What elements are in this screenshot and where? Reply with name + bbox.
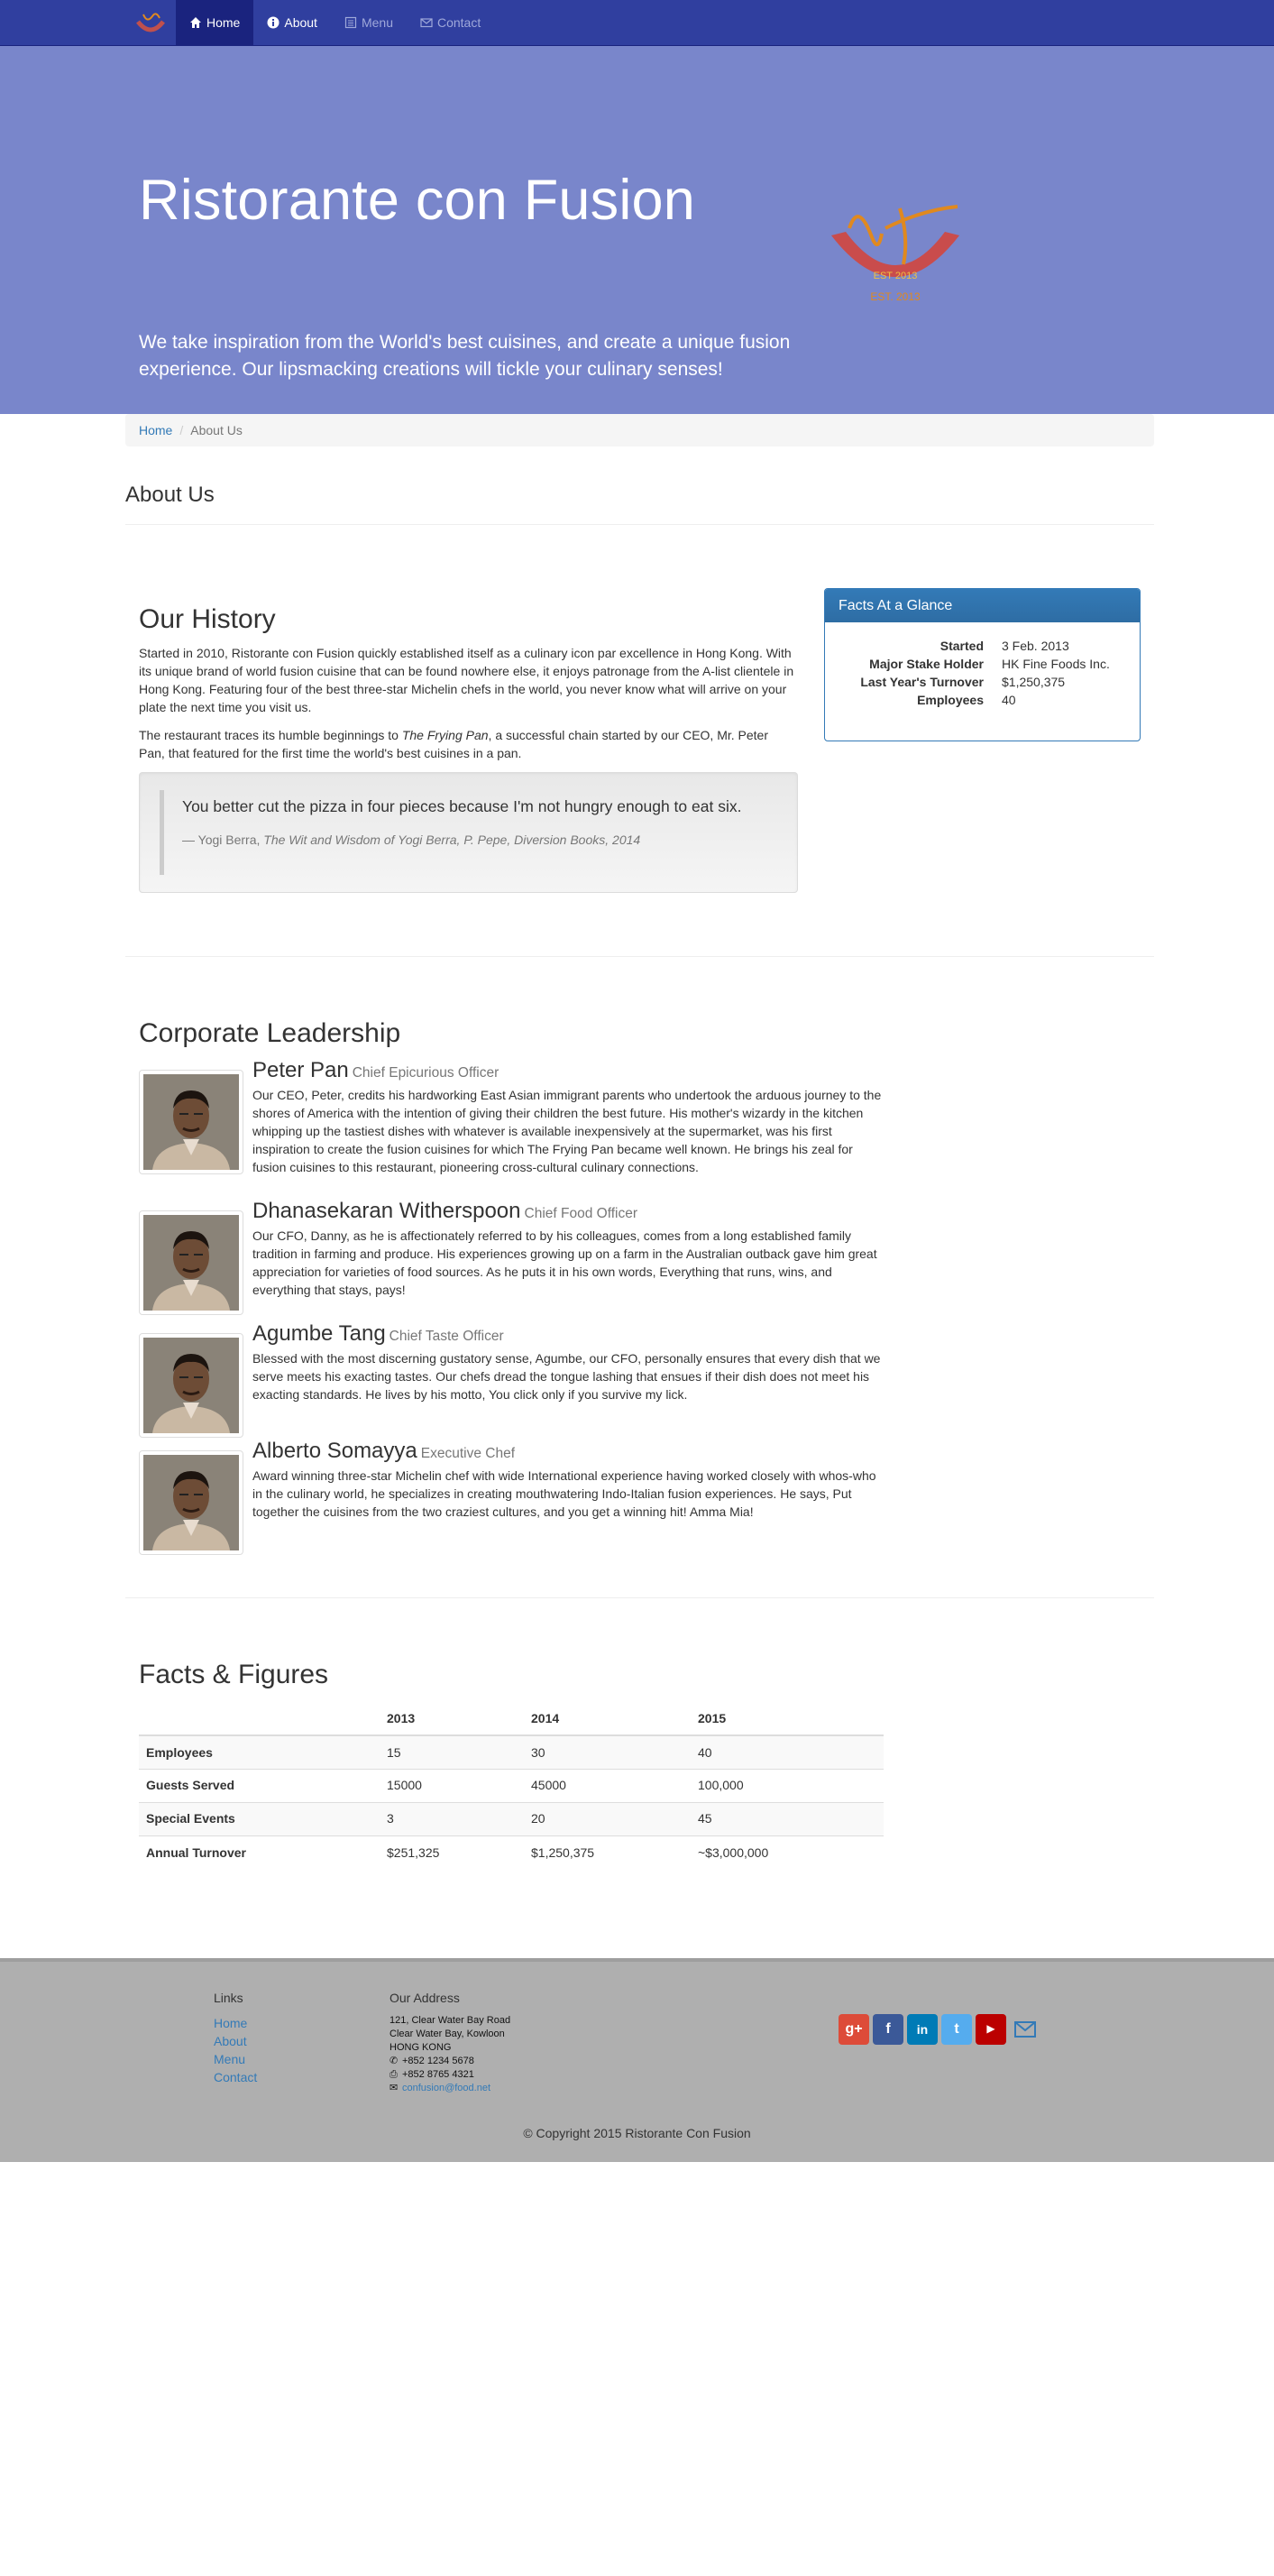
leader-photo [139, 1070, 243, 1174]
footer-links-heading: Links [214, 1991, 243, 2005]
person-photo-icon [143, 1074, 239, 1170]
facts-panel-heading: Facts At a Glance [825, 589, 1140, 622]
home-icon [190, 17, 201, 28]
footer-address-heading: Our Address [390, 1991, 460, 2005]
leader-card: Alberto Somayya Executive Chef Award winn… [139, 1439, 887, 1557]
leader-photo [139, 1210, 243, 1315]
phone-icon: ✆ [390, 2056, 399, 2067]
quote-text: You better cut the pizza in four pieces … [182, 797, 742, 815]
footer-link-home[interactable]: Home [214, 2016, 247, 2030]
figures-heading: Facts & Figures [139, 1660, 329, 1689]
envelope-icon[interactable] [1010, 2014, 1040, 2045]
fact-row: Major Stake Holder HK Fine Foods Inc. [869, 657, 1110, 671]
leader-title: Executive Chef [420, 1446, 516, 1461]
leader-card: Agumbe Tang Chief Taste Officer Blessed w… [139, 1321, 887, 1438]
divider [125, 1597, 1154, 1598]
quote-well: You better cut the pizza in four pieces … [139, 772, 798, 893]
person-photo-icon [143, 1215, 239, 1311]
restaurant-logo: EST 2013 EST. 2013 [831, 205, 959, 303]
breadcrumb: Home / About Us [125, 414, 1154, 446]
fact-row: Started 3 Feb. 2013 [939, 639, 1069, 653]
fact-row: Last Year's Turnover $1,250,375 [860, 675, 1066, 689]
footer-link-about[interactable]: About [214, 2034, 247, 2048]
table-row: Annual Turnover $251,325 $1,250,375 ~$3,… [139, 1835, 884, 1869]
envelope-icon [420, 18, 433, 28]
brand-logo[interactable] [125, 0, 176, 45]
leader-name: Alberto Somayya Executive Chef [252, 1439, 516, 1463]
hero-jumbotron: Ristorante con Fusion EST 2013 EST. 2013… [0, 46, 1274, 414]
leader-description: Award winning three-star Michelin chef w… [252, 1468, 876, 1520]
footer-links: Links Home About Menu Contact [214, 1989, 257, 2086]
leader-name: Peter Pan Chief Epicurious Officer [252, 1058, 500, 1082]
leader-description: Blessed with the most discerning gustato… [252, 1351, 881, 1403]
footer-address: Our Address 121, Clear Water Bay Road Cl… [390, 1991, 511, 2094]
fact-row: Employees 40 [917, 693, 1016, 707]
fax-icon: ⎙ [390, 2069, 398, 2081]
footer-phone: ✆ +852 1234 5678 [390, 2056, 474, 2067]
history-paragraph-1: Started in 2010, Ristorante con Fusion q… [139, 646, 794, 714]
facts-panel: Facts At a Glance Started 3 Feb. 2013 Maj… [824, 588, 1141, 741]
social-buttons: g+ f in t ▶ [839, 2014, 1040, 2045]
svg-text:EST. 2013: EST. 2013 [870, 290, 921, 303]
nav-about[interactable]: About [253, 0, 331, 45]
person-photo-icon [143, 1338, 239, 1433]
leader-name: Dhanasekaran Witherspoon Chief Food Offic… [252, 1199, 638, 1223]
logo-icon [136, 13, 165, 32]
table-header-row: 2013 2014 2015 [139, 1702, 884, 1736]
breadcrumb-current: About Us [190, 423, 243, 437]
copyright: © Copyright 2015 Ristorante Con Fusion [523, 2126, 751, 2140]
quote-footer: — Yogi Berra, The Wit and Wisdom of Yogi… [182, 833, 641, 848]
leader-title: Chief Taste Officer [389, 1329, 504, 1344]
nav-contact[interactable]: Contact [407, 0, 494, 45]
leader-title: Chief Epicurious Officer [352, 1065, 500, 1081]
table-row: Employees 15 30 40 [139, 1734, 884, 1769]
page-title: About Us [125, 483, 215, 507]
history-heading: Our History [139, 604, 276, 634]
figures-table: 2013 2014 2015 Employees 15 30 40 Guests… [139, 1702, 884, 1869]
leader-description: Our CFO, Danny, as he is affectionately … [252, 1228, 877, 1298]
leader-card: Dhanasekaran Witherspoon Chief Food Offic… [139, 1199, 887, 1317]
google-plus-icon[interactable]: g+ [839, 2014, 869, 2045]
breadcrumb-home[interactable]: Home [139, 423, 172, 437]
footer-fax: ⎙ +852 8765 4321 [390, 2069, 474, 2081]
list-icon [344, 16, 357, 29]
leadership-heading: Corporate Leadership [139, 1018, 401, 1048]
footer-email: ✉ confusion@food.net [390, 2083, 491, 2094]
hero-tagline: We take inspiration from the World's bes… [139, 332, 791, 381]
leader-title: Chief Food Officer [524, 1206, 638, 1221]
leader-card: Peter Pan Chief Epicurious Officer Our CE… [139, 1058, 887, 1176]
footer-link-menu[interactable]: Menu [214, 2052, 245, 2066]
nav-menu[interactable]: Menu [331, 0, 407, 45]
hero-title: Ristorante con Fusion [139, 169, 696, 232]
navbar: Home About Menu Contact [0, 0, 1274, 46]
blockquote: You better cut the pizza in four pieces … [160, 790, 773, 875]
linkedin-icon[interactable]: in [907, 2014, 938, 2045]
youtube-icon[interactable]: ▶ [976, 2014, 1006, 2045]
info-icon [267, 16, 280, 29]
twitter-icon[interactable]: t [941, 2014, 972, 2045]
footer: Links Home About Menu Contact Our Addres… [0, 1958, 1274, 2162]
leader-description: Our CEO, Peter, credits his hardworking … [252, 1088, 882, 1175]
facts-list: Started 3 Feb. 2013 Major Stake Holder HK … [825, 637, 1140, 709]
history-paragraph-2: The restaurant traces its humble beginni… [139, 728, 769, 760]
divider [125, 956, 1154, 957]
table-row: Guests Served 15000 45000 100,000 [139, 1768, 884, 1802]
leader-photo [139, 1333, 243, 1438]
leader-name: Agumbe Tang Chief Taste Officer [252, 1321, 504, 1346]
footer-link-contact[interactable]: Contact [214, 2070, 257, 2084]
nav-home[interactable]: Home [176, 0, 254, 45]
divider [125, 524, 1154, 525]
envelope-icon: ✉ [390, 2083, 399, 2094]
leader-photo [139, 1450, 243, 1555]
svg-text:EST 2013: EST 2013 [874, 271, 918, 281]
table-row: Special Events 3 20 45 [139, 1801, 884, 1835]
person-photo-icon [143, 1455, 239, 1550]
facebook-icon[interactable]: f [873, 2014, 903, 2045]
